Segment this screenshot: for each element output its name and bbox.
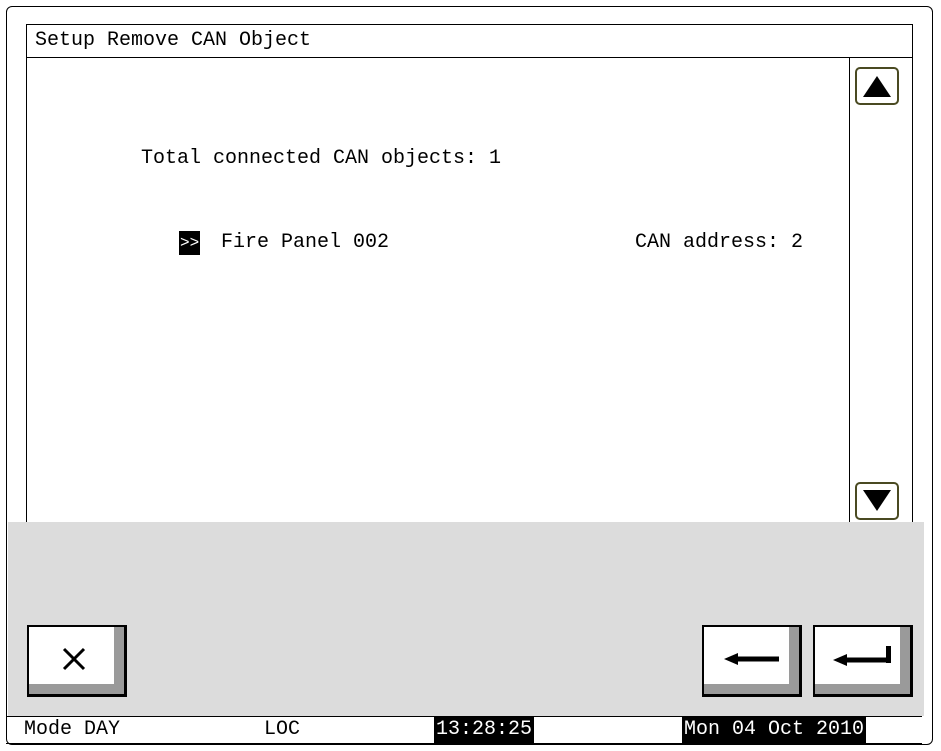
status-bar: Mode DAY LOC 13:28:25 Mon 04 Oct 2010	[6, 716, 922, 744]
screen-title: Setup Remove CAN Object	[26, 24, 913, 58]
clock-date: Mon 04 Oct 2010	[682, 717, 867, 743]
enter-return-icon	[833, 646, 891, 666]
cancel-button[interactable]	[27, 625, 127, 697]
object-name: Fire Panel 002	[221, 231, 390, 254]
main-content: Total connected CAN objects: 1 >> Fire P…	[26, 57, 849, 523]
back-button[interactable]	[702, 625, 802, 697]
arrow-left-icon	[724, 653, 779, 665]
triangle-up-icon	[863, 76, 891, 97]
object-can-address: CAN address: 2	[635, 231, 804, 254]
list-item-can-object[interactable]: >> Fire Panel 002 CAN address: 2	[179, 229, 839, 257]
loc-status: LOC	[264, 718, 301, 741]
close-icon	[62, 647, 86, 671]
scroll-up-button[interactable]	[855, 67, 899, 105]
clock-time: 13:28:25	[434, 717, 535, 743]
mode-status: Mode DAY	[24, 718, 121, 741]
scroll-down-button[interactable]	[855, 482, 899, 520]
triangle-down-icon	[863, 490, 891, 511]
selection-marker: >>	[179, 231, 201, 255]
total-objects-text: Total connected CAN objects: 1	[141, 147, 502, 170]
scrollbar	[849, 57, 913, 523]
enter-button[interactable]	[813, 625, 913, 697]
